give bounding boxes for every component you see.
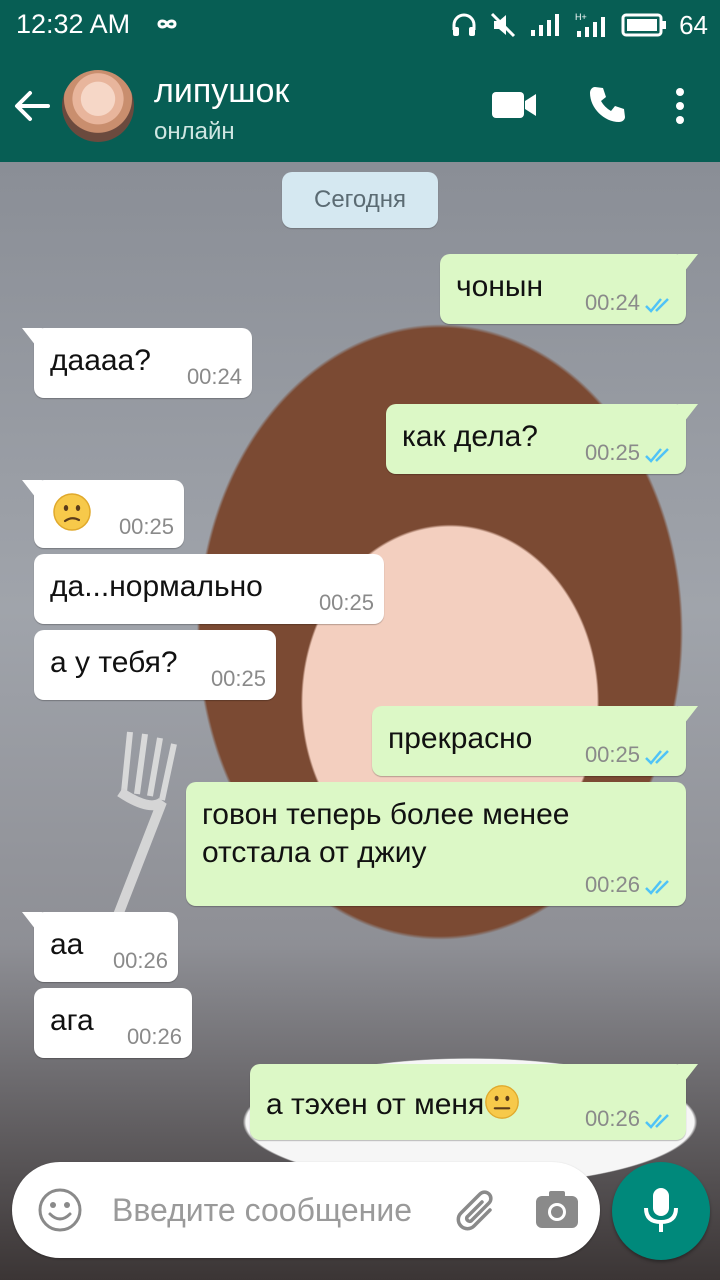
message-text: даааа? (50, 344, 151, 377)
svg-text:H+: H+ (575, 12, 587, 22)
message-outgoing[interactable]: как дела? 00:25 (386, 404, 698, 474)
read-ticks-icon (645, 1114, 669, 1129)
message-time: 00:24 (186, 364, 242, 389)
message-outgoing[interactable]: а тэхен от меня 00:26 (250, 1064, 698, 1140)
camera-icon[interactable] (534, 1188, 580, 1232)
infinity-icon (157, 19, 177, 29)
read-ticks-icon (645, 448, 669, 463)
message-text: как дела? (402, 420, 538, 453)
read-ticks-icon (645, 880, 669, 895)
message-incoming[interactable]: да...нормально 00:25 (34, 554, 384, 624)
confused-face-icon (53, 493, 91, 531)
chat-area[interactable]: Сегодня чонын 00:24 даааа? 00:24 как дел… (0, 162, 720, 1280)
bubble-tail (678, 254, 698, 272)
message-incoming[interactable]: даааа? 00:24 (22, 328, 252, 398)
more-options-icon[interactable] (668, 86, 692, 126)
bubble-tail (22, 328, 42, 346)
bubble-tail (678, 1064, 698, 1082)
attach-icon[interactable] (450, 1184, 504, 1238)
message-text: а у тебя? (50, 646, 178, 679)
message-text: чонын (456, 270, 544, 303)
message-text: ага (50, 1004, 94, 1037)
message-text: а тэхен от меня (266, 1084, 520, 1124)
bubble-tail (678, 404, 698, 422)
status-icons: H+ 64 (451, 10, 708, 40)
video-call-icon[interactable] (490, 88, 538, 122)
message-time: 00:25 (584, 440, 640, 465)
chat-header: липушок онлайн (0, 50, 720, 162)
microphone-icon (644, 1188, 678, 1232)
message-text-content: а тэхен от меня (266, 1088, 485, 1121)
date-separator: Сегодня (282, 172, 438, 228)
message-time: 00:24 (584, 290, 640, 315)
message-time: 00:26 (584, 1106, 640, 1131)
message-outgoing[interactable]: говон теперь более менее отстала от джиу… (186, 782, 686, 906)
contact-name[interactable]: липушок (154, 72, 289, 111)
message-text-line: говон теперь более менее (202, 798, 570, 831)
message-time: 00:25 (584, 742, 640, 767)
contact-avatar[interactable] (62, 70, 134, 142)
message-text: аа (50, 928, 84, 961)
message-incoming[interactable]: ага 00:26 (34, 988, 192, 1058)
message-time: 00:25 (318, 590, 374, 615)
bubble-tail (22, 912, 42, 930)
neutral-face-icon (485, 1085, 520, 1119)
signal-hplus-icon: H+ (575, 12, 606, 37)
message-text: прекрасно (388, 722, 533, 755)
message-outgoing[interactable]: прекрасно 00:25 (372, 706, 698, 776)
status-time: 12:32 AM (16, 9, 131, 39)
message-incoming[interactable]: 00:25 (22, 480, 184, 548)
bubble-tail (22, 480, 42, 498)
message-time: 00:25 (210, 666, 266, 691)
message-text: говон теперь более менее отстала от джиу (202, 796, 570, 872)
back-arrow-icon[interactable] (10, 84, 54, 128)
signal-icon (531, 14, 560, 36)
emoji-picker-icon[interactable] (36, 1186, 84, 1234)
message-time: 00:26 (584, 872, 640, 897)
message-text: да...нормально (50, 570, 263, 603)
message-incoming[interactable]: аа 00:26 (22, 912, 178, 982)
phone-call-icon[interactable] (586, 84, 628, 126)
headphones-icon (452, 13, 476, 36)
voice-record-button[interactable] (612, 1162, 710, 1260)
contact-status: онлайн (154, 118, 235, 145)
bubble-tail (678, 706, 698, 724)
message-outgoing[interactable]: чонын 00:24 (440, 254, 698, 324)
message-composer (12, 1162, 600, 1258)
mute-icon (491, 12, 516, 38)
battery-icon (621, 13, 667, 37)
message-time: 00:26 (112, 948, 168, 973)
read-ticks-icon (645, 750, 669, 765)
battery-level: 64 (679, 9, 708, 40)
status-bar: 12:32 AM H+ 64 (0, 0, 720, 50)
message-time: 00:26 (126, 1024, 182, 1049)
message-text-line: отстала от джиу (202, 836, 427, 869)
message-time: 00:25 (118, 514, 174, 539)
read-ticks-icon (645, 298, 669, 313)
message-input[interactable] (112, 1184, 462, 1236)
message-incoming[interactable]: а у тебя? 00:25 (34, 630, 276, 700)
